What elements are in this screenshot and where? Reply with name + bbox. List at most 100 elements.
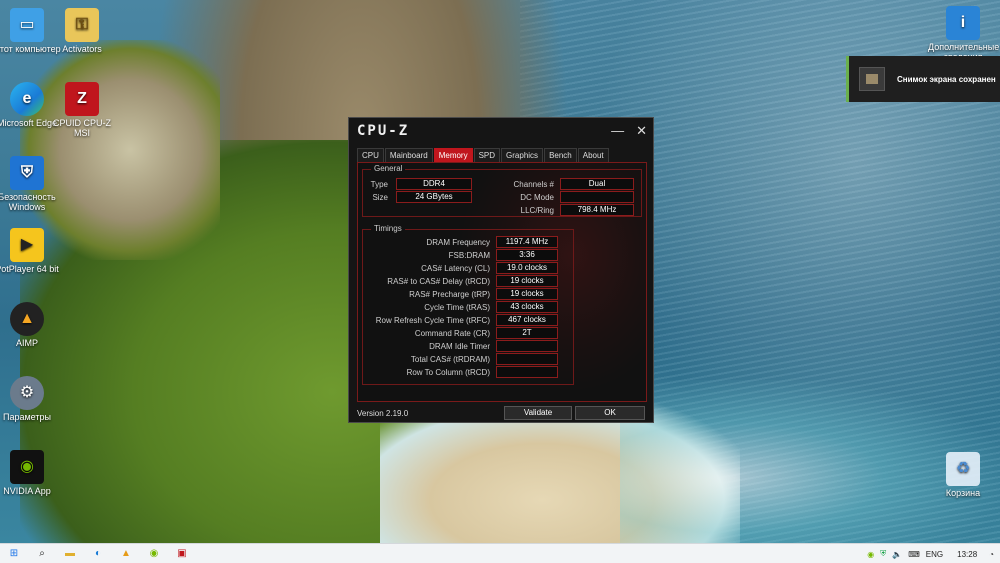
channels-label: Channels #: [513, 180, 554, 189]
timing-label-trp: RAS# Precharge (tRP): [409, 290, 490, 299]
edge-icon: e: [10, 82, 44, 116]
system-tray: ◉ ⛨ 🔈 ⌨ ENG 13:28 ◔: [867, 544, 994, 563]
desktop-icon-label: Корзина: [945, 488, 981, 498]
timing-value-row-to-column: [496, 366, 558, 378]
info-icon: i: [946, 6, 980, 40]
tab-cpu[interactable]: CPU: [357, 148, 384, 162]
dc-mode-label: DC Mode: [520, 193, 554, 202]
start-button-windows-icon[interactable]: ⊞: [6, 546, 22, 562]
language-indicator[interactable]: ENG: [926, 550, 943, 559]
desktop-icon-settings[interactable]: ⚙ Параметры: [0, 376, 62, 422]
wallpaper-rock-left: [20, 40, 220, 260]
tab-mainboard[interactable]: Mainboard: [384, 148, 433, 162]
cpuz-footer: Version 2.19.0 Validate OK: [349, 404, 653, 422]
desktop-icon-label: PotPlayer 64 bit: [0, 264, 59, 274]
desktop-icon-security[interactable]: ⛨ Безопасность Windows: [0, 156, 62, 212]
timing-value-dram-idle-timer: [496, 340, 558, 352]
file-explorer-icon[interactable]: ▬: [62, 546, 78, 562]
recycle-bin-icon: ♻: [946, 452, 980, 486]
size-value: 24 GBytes: [396, 191, 472, 203]
tab-about[interactable]: About: [577, 148, 609, 162]
desktop-icon-nvidia[interactable]: ◉ NVIDIA App: [0, 450, 62, 496]
size-label: Size: [372, 193, 388, 202]
cpuz-taskbar-icon[interactable]: ▣: [174, 546, 190, 562]
tab-graphics[interactable]: Graphics: [501, 148, 544, 162]
close-button[interactable]: ✕: [636, 123, 647, 139]
timing-value-cas-latency: 19.0 clocks: [496, 262, 558, 274]
version-label: Version 2.19.0: [357, 408, 409, 418]
desktop-icon-recycle-bin[interactable]: ♻ Корзина: [928, 452, 998, 498]
nvidia-tray-icon[interactable]: ◉: [867, 550, 874, 559]
timing-label-row-to-column: Row To Column (tRCD): [406, 368, 490, 377]
cpuz-icon: Z: [65, 82, 99, 116]
aimp-icon[interactable]: ▲: [118, 546, 134, 562]
timing-label-trcd: RAS# to CAS# Delay (tRCD): [387, 277, 490, 286]
desktop-icon-label: Безопасность Windows: [0, 192, 56, 212]
timing-label-trfc: Row Refresh Cycle Time (tRFC): [375, 316, 490, 325]
timing-value-command-rate: 2T: [496, 327, 558, 339]
notification-text: Снимок экрана сохранен: [897, 74, 996, 84]
timing-value-trp: 19 clocks: [496, 288, 558, 300]
timing-label-dram-frequency: DRAM Frequency: [426, 238, 490, 247]
timing-label-total-cas: Total CAS# (tRDRAM): [410, 355, 490, 364]
taskbar: ⊞ ⌕ ▬ ◐ ▲ ◉ ▣ ◉ ⛨ 🔈 ⌨ ENG 13:28 ◔: [0, 543, 1000, 563]
timing-label-fsb-dram: FSB:DRAM: [448, 251, 490, 260]
aimp-icon: ▲: [10, 302, 44, 336]
potplayer-icon: ▶: [10, 228, 44, 262]
timing-label-dram-idle-timer: DRAM Idle Timer: [429, 342, 490, 351]
cpuz-window: CPU-Z — ✕ CPU Mainboard Memory SPD Graph…: [348, 117, 654, 423]
timing-value-tras: 43 clocks: [496, 301, 558, 313]
notifications-icon[interactable]: ◔: [989, 550, 994, 559]
screenshot-notification[interactable]: Снимок экрана сохранен: [846, 56, 1000, 102]
desktop-icon-activators[interactable]: ⚿ Activators: [47, 8, 117, 54]
timing-label-cas-latency: CAS# Latency (CL): [421, 264, 490, 273]
channels-value: Dual: [560, 178, 634, 190]
nvidia-icon[interactable]: ◉: [146, 546, 162, 562]
timing-label-command-rate: Command Rate (CR): [414, 329, 490, 338]
tab-spd[interactable]: SPD: [473, 148, 501, 162]
validate-button[interactable]: Validate: [504, 406, 572, 420]
tab-bench[interactable]: Bench: [544, 148, 577, 162]
type-value: DDR4: [396, 178, 472, 190]
memory-tab-content: General Type DDR4 Size 24 GBytes Channel…: [357, 162, 647, 402]
desktop-icon-cpuz[interactable]: Z CPUID CPU-Z MSI: [47, 82, 117, 138]
desktop-icon-potplayer[interactable]: ▶ PotPlayer 64 bit: [0, 228, 62, 274]
security-tray-icon[interactable]: ⛨: [880, 549, 886, 559]
timing-label-tras: Cycle Time (tRAS): [424, 303, 490, 312]
timing-value-fsb-dram: 3:36: [496, 249, 558, 261]
llc-ring-value: 798.4 MHz: [560, 204, 634, 216]
monitor-icon: ▭: [10, 8, 44, 42]
desktop-icon-more-info[interactable]: i Дополнительные сведения: [928, 6, 999, 62]
timing-value-trfc: 467 clocks: [496, 314, 558, 326]
dc-mode-value: [560, 191, 634, 203]
minimize-button[interactable]: —: [611, 123, 624, 139]
llc-ring-label: LLC/Ring: [520, 206, 554, 215]
search-icon[interactable]: ⌕: [34, 546, 50, 562]
desktop-icon-label: Параметры: [3, 412, 51, 422]
speaker-icon[interactable]: 🔈: [892, 550, 902, 559]
screenshot-thumbnail: [859, 67, 885, 91]
timing-value-dram-frequency: 1197.4 MHz: [496, 236, 558, 248]
desktop-icon-label: Activators: [62, 44, 102, 54]
keyboard-icon[interactable]: ⌨: [908, 550, 920, 559]
desktop-icon-aimp[interactable]: ▲ AIMP: [0, 302, 62, 348]
gear-icon: ⚙: [10, 376, 44, 410]
folder-key-icon: ⚿: [65, 8, 99, 42]
general-group-title: General: [371, 164, 406, 173]
type-label: Type: [370, 180, 388, 189]
ok-button[interactable]: OK: [575, 406, 645, 420]
edge-icon[interactable]: ◐: [90, 546, 106, 562]
clock[interactable]: 13:28: [957, 550, 977, 559]
desktop-icon-label: NVIDIA App: [3, 486, 51, 496]
desktop-icon-label: CPUID CPU-Z MSI: [53, 118, 111, 138]
cpuz-logo: CPU-Z: [357, 123, 410, 139]
nvidia-icon: ◉: [10, 450, 44, 484]
tab-memory[interactable]: Memory: [433, 148, 473, 162]
shield-icon: ⛨: [10, 156, 44, 190]
desktop-icon-label: AIMP: [15, 338, 38, 348]
timings-group-title: Timings: [371, 224, 405, 233]
cpuz-titlebar[interactable]: CPU-Z — ✕: [349, 118, 653, 144]
cpuz-tabs: CPU Mainboard Memory SPD Graphics Bench …: [349, 148, 653, 162]
timing-value-total-cas: [496, 353, 558, 365]
timing-value-trcd: 19 clocks: [496, 275, 558, 287]
